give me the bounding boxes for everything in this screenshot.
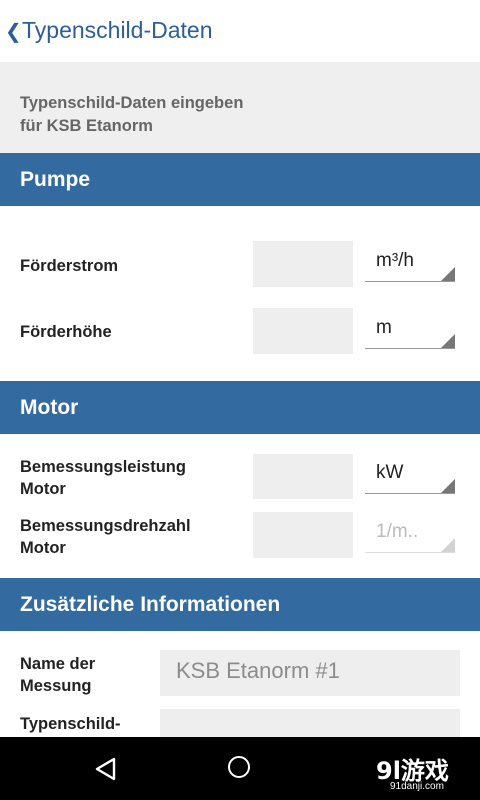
foerderhoehe-label: Förderhöhe xyxy=(20,323,112,341)
dropdown-triangle-icon xyxy=(441,267,455,281)
intro-panel: Typenschild-Daten eingeben für KSB Etano… xyxy=(0,62,480,153)
name-der-messung-label-line1: Name der xyxy=(20,655,96,673)
bemessungsleistung-label-line2: Motor xyxy=(20,480,66,498)
watermark-logo: 9l游戏 91danji.com xyxy=(376,751,476,793)
nav-back-icon[interactable] xyxy=(94,757,118,781)
unit-value: m xyxy=(376,317,392,338)
system-nav-bar: 9l游戏 91danji.com xyxy=(0,737,480,800)
name-der-messung-input[interactable]: KSB Etanorm #1 xyxy=(160,650,460,696)
input-value: KSB Etanorm #1 xyxy=(176,658,340,683)
name-der-messung-label-line2: Messung xyxy=(20,677,92,695)
page-title: Typenschild-Daten xyxy=(22,17,213,43)
nav-home-icon[interactable] xyxy=(228,756,250,778)
section-title: Motor xyxy=(20,396,79,419)
bemessungsdrehzahl-label-line1: Bemessungsdrehzahl xyxy=(20,517,191,535)
unit-value: m³/h xyxy=(376,250,414,271)
foerderhoehe-unit-select[interactable]: m xyxy=(365,307,455,349)
bemessungsdrehzahl-unit-select[interactable]: 1/m.. xyxy=(365,511,455,553)
foerderstrom-unit-select[interactable]: m³/h xyxy=(365,240,455,282)
bemessungsdrehzahl-input[interactable] xyxy=(253,512,353,558)
unit-value: kW xyxy=(376,462,404,483)
bemessungsleistung-input[interactable] xyxy=(253,454,353,499)
dropdown-triangle-icon xyxy=(441,538,455,552)
bemessungsleistung-unit-select[interactable]: kW xyxy=(365,452,455,494)
foerderstrom-label: Förderstrom xyxy=(20,257,119,275)
dropdown-triangle-icon xyxy=(441,479,455,493)
section-header-motor: Motor xyxy=(0,381,480,434)
section-title: Pumpe xyxy=(20,168,91,191)
typenschild-input[interactable] xyxy=(160,709,460,737)
app-bar: ❮ Typenschild-Daten xyxy=(0,0,480,62)
section-header-zusatz: Zusätzliche Informationen xyxy=(0,578,480,631)
bemessungsdrehzahl-label-line2: Motor xyxy=(20,539,66,557)
intro-text-line2: für KSB Etanorm xyxy=(20,117,153,135)
dropdown-triangle-icon xyxy=(441,334,455,348)
foerderhoehe-input[interactable] xyxy=(253,308,353,354)
section-title: Zusätzliche Informationen xyxy=(20,593,281,616)
unit-value: 1/m.. xyxy=(376,521,419,542)
bemessungsleistung-label-line1: Bemessungsleistung xyxy=(20,458,186,476)
chevron-left-icon[interactable]: ❮ xyxy=(5,19,22,43)
section-header-pumpe: Pumpe xyxy=(0,153,480,206)
watermark-url: 91danji.com xyxy=(390,781,444,792)
foerderstrom-input[interactable] xyxy=(253,241,353,287)
intro-text-line1: Typenschild-Daten eingeben xyxy=(20,94,244,112)
typenschild-label: Typenschild- xyxy=(20,715,121,733)
